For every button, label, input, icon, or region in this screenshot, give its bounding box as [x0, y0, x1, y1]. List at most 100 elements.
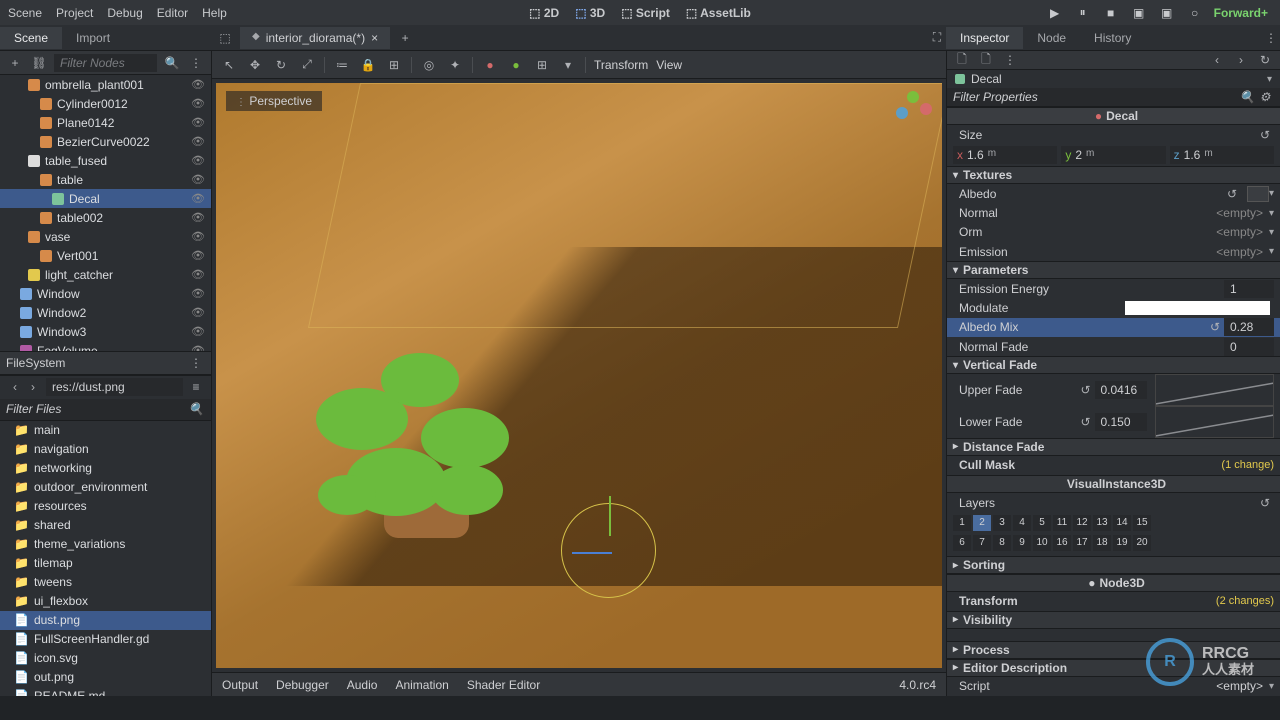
transform-menu[interactable]: Transform [594, 58, 648, 72]
albedo-thumbnail[interactable] [1247, 186, 1269, 202]
visibility-icon[interactable]: 👁 [191, 249, 205, 262]
play-icon[interactable]: ▶ [1046, 4, 1064, 22]
menu-scene[interactable]: Scene [8, 6, 42, 20]
layer-bit[interactable]: 13 [1093, 515, 1111, 531]
snap-x-icon[interactable]: ● [481, 56, 499, 74]
layer-bit[interactable]: 1 [953, 515, 971, 531]
visibility-icon[interactable]: 👁 [191, 211, 205, 224]
section-vertical-fade[interactable]: ▾Vertical Fade [947, 356, 1280, 374]
axis-widget[interactable] [892, 91, 934, 133]
lower-fade-curve[interactable] [1155, 406, 1275, 438]
panel-animation[interactable]: Animation [395, 678, 448, 692]
visibility-icon[interactable]: 👁 [191, 325, 205, 338]
filesystem-menu-icon[interactable]: ⋮ [187, 354, 205, 372]
fs-search-icon[interactable]: 🔍 [187, 400, 205, 418]
stop-icon[interactable]: ■ [1102, 4, 1120, 22]
tree-node[interactable]: Window👁 [0, 284, 211, 303]
layer-bit[interactable]: 10 [1033, 535, 1051, 551]
fs-item[interactable]: 📁tilemap [0, 554, 211, 573]
layer-bit[interactable]: 11 [1053, 515, 1071, 531]
tree-node[interactable]: table002👁 [0, 208, 211, 227]
section-sorting[interactable]: ▸Sorting [947, 556, 1280, 574]
visibility-icon[interactable]: 👁 [191, 192, 205, 205]
move-tool-icon[interactable]: ✥ [246, 56, 264, 74]
lock-tool-icon[interactable]: 🔒 [359, 56, 377, 74]
tree-node[interactable]: vase👁 [0, 227, 211, 246]
panel-shader-editor[interactable]: Shader Editor [467, 678, 540, 692]
prop-search-icon[interactable]: 🔍 [1238, 88, 1256, 106]
texture-albedo-row[interactable]: Albedo ↺ ▾ [947, 184, 1280, 203]
layer-bit[interactable]: 9 [1013, 535, 1031, 551]
albedo-mix-reset-icon[interactable]: ↺ [1206, 318, 1224, 336]
size-reset-icon[interactable]: ↺ [1256, 126, 1274, 144]
link-node-icon[interactable]: ⛓ [30, 54, 48, 72]
perspective-label[interactable]: ⋮ Perspective [226, 91, 322, 111]
albedo-mix-row[interactable]: Albedo Mix↺0.28 [947, 318, 1280, 337]
upper-fade-curve[interactable] [1155, 374, 1275, 406]
tree-node[interactable]: Decal👁 [0, 189, 211, 208]
layer-bit[interactable]: 15 [1133, 515, 1151, 531]
filter-properties-input[interactable]: Filter Properties 🔍 ⚙ [947, 88, 1280, 107]
visibility-icon[interactable]: 👁 [191, 135, 205, 148]
upper-fade-reset-icon[interactable]: ↺ [1077, 381, 1095, 399]
layer-bit[interactable]: 18 [1093, 535, 1111, 551]
inspector-save-icon[interactable]: 🗋 [953, 51, 971, 69]
rotate-tool-icon[interactable]: ↻ [272, 56, 290, 74]
visibility-icon[interactable]: 👁 [191, 268, 205, 281]
inspector-history-icon[interactable]: ↻ [1256, 51, 1274, 69]
layer-bit[interactable]: 16 [1053, 535, 1071, 551]
tree-node[interactable]: Window3👁 [0, 322, 211, 341]
inspected-node-selector[interactable]: Decal ▾ [947, 70, 1280, 88]
mode-script[interactable]: ⬚ Script [621, 6, 670, 20]
fs-item[interactable]: 📁navigation [0, 440, 211, 459]
section-textures[interactable]: ▾Textures [947, 166, 1280, 184]
tree-node[interactable]: ombrella_plant001👁 [0, 75, 211, 94]
filter-files-input[interactable]: Filter Files 🔍 [0, 399, 211, 421]
albedo-reset-icon[interactable]: ↺ [1223, 185, 1241, 203]
tree-node[interactable]: Vert001👁 [0, 246, 211, 265]
fs-item[interactable]: 📁theme_variations [0, 535, 211, 554]
visibility-icon[interactable]: 👁 [191, 97, 205, 110]
emission-energy-row[interactable]: Emission Energy1 [947, 279, 1280, 298]
view-menu[interactable]: View [656, 58, 682, 72]
upper-fade-row[interactable]: Upper Fade ↺ 0.0416 [947, 374, 1280, 406]
visibility-icon[interactable]: 👁 [191, 173, 205, 186]
fs-item[interactable]: 📁ui_flexbox [0, 592, 211, 611]
pause-icon[interactable]: ⏸ [1074, 4, 1092, 22]
tree-node[interactable]: Window2👁 [0, 303, 211, 322]
fs-item[interactable]: 📄README.md [0, 687, 211, 697]
inspector-extra-icon[interactable]: 🗋 [977, 51, 995, 69]
fs-item[interactable]: 📄out.png [0, 668, 211, 687]
section-visualinstance3d[interactable]: VisualInstance3D [947, 475, 1280, 493]
group-tool-icon[interactable]: ⊞ [385, 56, 403, 74]
layers-reset-icon[interactable]: ↺ [1256, 494, 1274, 512]
menu-project[interactable]: Project [56, 6, 93, 20]
layer-bit[interactable]: 2 [973, 515, 991, 531]
camera-icon[interactable]: ▾ [559, 56, 577, 74]
menu-debug[interactable]: Debug [107, 6, 142, 20]
transform-section-row[interactable]: Transform(2 changes) [947, 592, 1280, 611]
add-tab-icon[interactable]: + [396, 29, 414, 47]
normal-fade-row[interactable]: Normal Fade0 [947, 337, 1280, 356]
panel-audio[interactable]: Audio [347, 678, 378, 692]
tab-scene[interactable]: Scene [0, 27, 62, 49]
visibility-icon[interactable]: 👁 [191, 344, 205, 351]
menu-editor[interactable]: Editor [157, 6, 188, 20]
prop-tools-icon[interactable]: ⚙ [1256, 88, 1274, 106]
layer-bit[interactable]: 20 [1133, 535, 1151, 551]
size-vector-input[interactable]: x1.6m y2m z1.6m [947, 144, 1280, 166]
panel-debugger[interactable]: Debugger [276, 678, 329, 692]
visibility-icon[interactable]: 👁 [191, 154, 205, 167]
filter-nodes-input[interactable]: Filter Nodes [54, 54, 157, 72]
add-node-icon[interactable]: + [6, 54, 24, 72]
panel-output[interactable]: Output [222, 678, 258, 692]
fs-item[interactable]: 📁shared [0, 516, 211, 535]
section-visibility[interactable]: ▸Visibility [947, 611, 1280, 629]
inspector-menu-icon[interactable]: ⋮ [1001, 51, 1019, 69]
lower-fade-row[interactable]: Lower Fade ↺ 0.150 [947, 406, 1280, 438]
nav-fwd-icon[interactable]: › [24, 378, 42, 396]
visibility-icon[interactable]: 👁 [191, 116, 205, 129]
section-distance-fade[interactable]: ▸Distance Fade [947, 438, 1280, 456]
mode-2d[interactable]: ⬚ 2D [529, 6, 559, 20]
tree-node[interactable]: FogVolume👁 [0, 341, 211, 351]
